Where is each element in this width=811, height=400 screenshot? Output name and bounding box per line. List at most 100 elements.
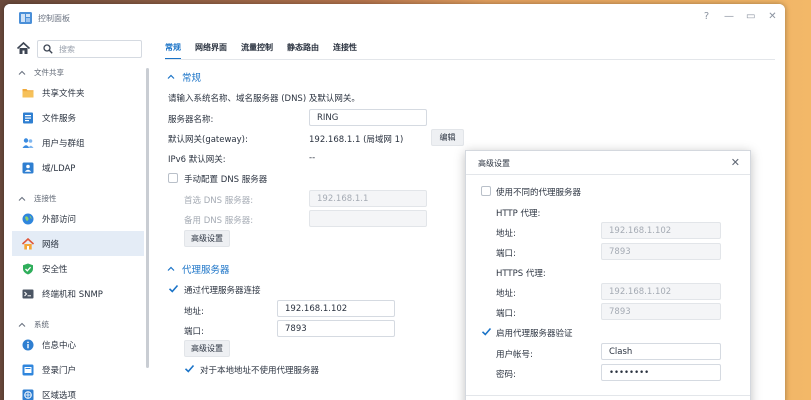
https-address-label: 地址:: [496, 289, 516, 299]
bypass-local-checkbox[interactable]: [184, 363, 195, 374]
sidebar-group-connectivity[interactable]: 连接性: [18, 193, 57, 204]
manual-dns-checkbox[interactable]: [168, 173, 178, 183]
tab-static-route[interactable]: 静态路由: [287, 42, 319, 60]
sidebar-item-label: 区域选项: [42, 390, 77, 400]
dns-advanced-settings-button[interactable]: 高级设置: [184, 230, 230, 247]
sidebar-item-label: 安全性: [42, 264, 68, 275]
bypass-local-label: 对于本地地址不使用代理服务器: [200, 366, 320, 376]
sidebar-item-external-access[interactable]: 外部访问: [12, 206, 144, 231]
server-name-input[interactable]: [309, 109, 427, 126]
sidebar: 文件共享 共享文件夹 文件服务 用户与群组 域/LDAP 连接性 外部访问: [4, 32, 149, 400]
login-portal-icon: [22, 364, 34, 375]
sidebar-item-label: 网络: [42, 239, 60, 250]
use-different-proxy-checkbox[interactable]: [481, 186, 491, 196]
sidebar-item-network[interactable]: 网络: [12, 231, 144, 256]
password-input[interactable]: [601, 364, 721, 381]
section-general-header[interactable]: 常规: [167, 70, 201, 84]
proxy-advanced-settings-button[interactable]: 高级设置: [184, 340, 230, 357]
general-description: 请输入系统名称、域名服务器 (DNS) 及默认网关。: [168, 94, 360, 104]
minimize-icon[interactable]: —: [724, 11, 734, 22]
tab-network-interface[interactable]: 网络界面: [195, 42, 227, 60]
proxy-address-input[interactable]: [277, 300, 395, 317]
sidebar-item-domain-ldap[interactable]: 域/LDAP: [12, 155, 144, 180]
sidebar-item-label: 域/LDAP: [42, 163, 76, 174]
enable-proxy-auth-checkbox[interactable]: [481, 326, 492, 337]
proxy-port-input[interactable]: [277, 320, 395, 337]
gateway-label: 默认网关(gateway):: [168, 135, 248, 145]
https-port-input[interactable]: [601, 303, 721, 320]
alternate-dns-label: 备用 DNS 服务器:: [184, 216, 254, 226]
sidebar-group-file-sharing[interactable]: 文件共享: [18, 67, 64, 78]
sidebar-item-terminal-snmp[interactable]: 终端机和 SNMP: [12, 281, 144, 306]
sidebar-item-info-center[interactable]: 信息中心: [12, 332, 144, 357]
window-title: 控制面板: [38, 14, 70, 23]
help-icon[interactable]: ?: [702, 11, 711, 22]
server-name-label: 服务器名称:: [168, 115, 214, 125]
folder-icon: [22, 88, 34, 97]
preferred-dns-label: 首选 DNS 服务器:: [184, 196, 254, 206]
sidebar-group-label: 文件共享: [34, 68, 64, 77]
enable-proxy-auth-label: 启用代理服务器验证: [496, 329, 573, 339]
close-icon[interactable]: ✕: [768, 11, 777, 22]
control-panel-app-icon: [19, 12, 32, 24]
manual-dns-label: 手动配置 DNS 服务器: [184, 175, 268, 185]
preferred-dns-input[interactable]: [309, 190, 427, 207]
connect-via-proxy-checkbox[interactable]: [168, 283, 179, 294]
search-icon: [43, 44, 53, 54]
tab-connectivity[interactable]: 连接性: [333, 42, 357, 60]
sidebar-search[interactable]: [37, 40, 142, 58]
globe-icon: [22, 213, 34, 224]
gateway-value: 192.168.1.1 (局域网 1): [309, 135, 404, 145]
http-proxy-label: HTTP 代理:: [496, 209, 541, 219]
tab-traffic-control[interactable]: 流量控制: [241, 42, 273, 60]
sidebar-item-label: 共享文件夹: [42, 88, 85, 99]
home-icon[interactable]: [16, 41, 31, 56]
username-input[interactable]: [601, 343, 721, 360]
file-services-icon: [23, 112, 33, 123]
advanced-settings-dialog: 高级设置 ✕ 使用不同的代理服务器 HTTP 代理: 地址: 端口: HTTPS…: [465, 150, 751, 400]
sidebar-item-regional-options[interactable]: 区域选项: [12, 382, 144, 400]
sidebar-item-login-portal[interactable]: 登录门户: [12, 357, 144, 382]
alternate-dns-input[interactable]: [309, 210, 427, 227]
use-different-proxy-label: 使用不同的代理服务器: [496, 188, 582, 198]
section-proxy-header[interactable]: 代理服务器: [167, 262, 230, 276]
title-bar: 控制面板 ? — ▭ ✕: [4, 4, 785, 32]
http-port-label: 端口:: [496, 249, 516, 259]
sidebar-item-label: 用户与群组: [42, 138, 85, 149]
chevron-up-icon: [18, 196, 26, 201]
region-icon: [22, 389, 34, 400]
https-address-input[interactable]: [601, 283, 721, 300]
https-proxy-label: HTTPS 代理:: [496, 269, 546, 279]
sidebar-item-users-groups[interactable]: 用户与群组: [12, 130, 144, 155]
shield-icon: [23, 263, 33, 274]
username-label: 用户帐号:: [496, 350, 533, 360]
dialog-close-icon[interactable]: ✕: [731, 156, 740, 169]
network-house-icon: [22, 237, 34, 249]
tab-general[interactable]: 常规: [165, 42, 181, 60]
proxy-address-label: 地址:: [184, 307, 204, 317]
sidebar-item-shared-folder[interactable]: 共享文件夹: [12, 80, 144, 105]
sidebar-item-file-services[interactable]: 文件服务: [12, 105, 144, 130]
dialog-title: 高级设置: [478, 159, 510, 168]
password-label: 密码:: [496, 370, 516, 380]
https-port-label: 端口:: [496, 309, 516, 319]
sidebar-item-label: 文件服务: [42, 113, 77, 124]
http-port-input[interactable]: [601, 243, 721, 260]
section-title: 代理服务器: [182, 265, 230, 276]
terminal-icon: [22, 289, 34, 298]
sidebar-item-label: 登录门户: [42, 365, 77, 376]
http-address-input[interactable]: [601, 222, 721, 239]
edit-gateway-button[interactable]: 编辑: [431, 129, 464, 146]
connect-via-proxy-label: 通过代理服务器连接: [184, 286, 261, 296]
tab-divider: [165, 59, 775, 60]
sidebar-item-security[interactable]: 安全性: [12, 256, 144, 281]
sidebar-group-system[interactable]: 系统: [18, 319, 49, 330]
sidebar-item-label: 信息中心: [42, 340, 77, 351]
search-input[interactable]: [59, 44, 139, 54]
sidebar-group-label: 连接性: [34, 194, 57, 203]
maximize-icon[interactable]: ▭: [746, 11, 755, 22]
window-controls: ? — ▭ ✕: [702, 11, 777, 22]
chevron-up-icon: [167, 266, 175, 271]
ipv6-gateway-value: --: [309, 153, 316, 163]
info-icon: [22, 339, 34, 350]
